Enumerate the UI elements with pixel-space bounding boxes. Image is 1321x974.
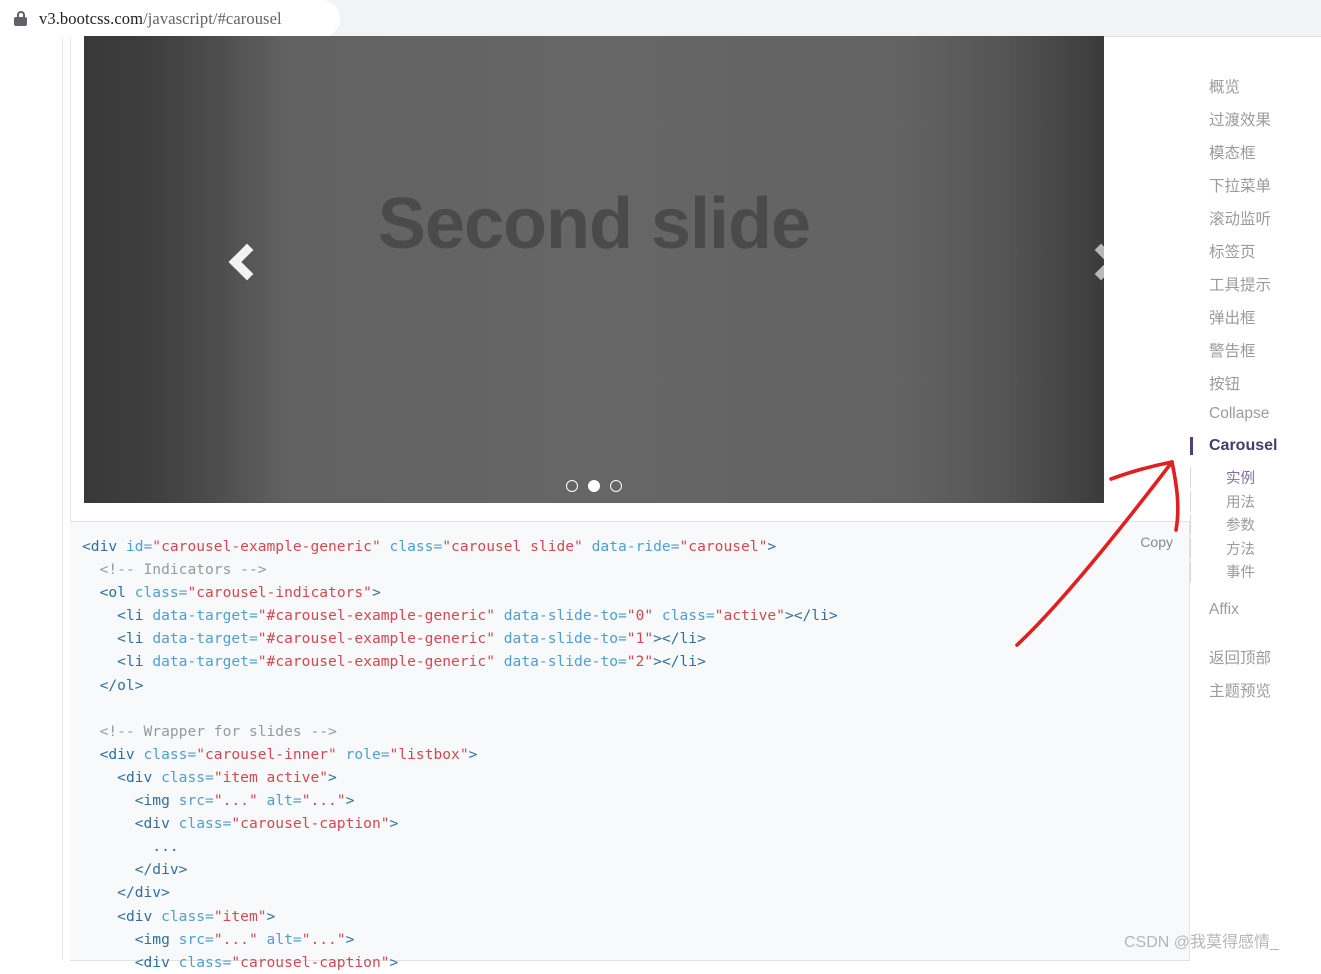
code-line: <!-- Indicators -->	[99, 561, 267, 579]
sidebar-item-label: Affix	[1209, 601, 1239, 618]
code-line: <div class="carousel-caption">	[134, 953, 399, 971]
sidebar-item-label: 警告框	[1209, 343, 1256, 360]
sidebar-item-label: 方法	[1226, 542, 1255, 558]
sidebar-item[interactable]: 弹出框	[1190, 306, 1321, 328]
sidebar-item[interactable]: 下拉菜单	[1190, 174, 1321, 196]
sidebar-item-label: 事件	[1226, 565, 1255, 581]
sidebar-item-label: 滚动监听	[1209, 211, 1272, 228]
carousel-indicator-3[interactable]	[610, 480, 622, 492]
lock-icon	[14, 11, 27, 26]
address-bar[interactable]: v3.bootcss.com/javascript/#carousel	[0, 0, 340, 37]
code-line: </div>	[134, 861, 188, 879]
sidebar-item-label: 模态框	[1209, 145, 1256, 162]
carousel-indicator-1[interactable]	[566, 480, 578, 492]
sidebar-item-label: Carousel	[1209, 437, 1278, 454]
sidebar-item[interactable]: 过渡效果	[1190, 108, 1321, 130]
sidebar-item[interactable]: 警告框	[1190, 339, 1321, 361]
code-sample-block: Copy <div id="carousel-example-generic" …	[70, 521, 1190, 971]
sidebar-item-label: 按钮	[1209, 376, 1241, 393]
sidebar-item[interactable]: 概览	[1190, 75, 1321, 97]
code-line: <div class="carousel-inner" role="listbo…	[99, 745, 478, 763]
sidebar-item[interactable]: 标签页	[1190, 240, 1321, 262]
browser-toolbar: v3.bootcss.com/javascript/#carousel	[0, 0, 1321, 37]
sidebar-item-label: 标签页	[1209, 244, 1256, 261]
chevron-left-icon	[228, 243, 266, 281]
carousel-prev-button[interactable]	[226, 241, 270, 285]
sidebar-item[interactable]: Collapse	[1190, 405, 1321, 423]
sidebar-item[interactable]: 用法	[1190, 491, 1321, 512]
sidebar-item[interactable]: Affix	[1190, 601, 1321, 619]
docs-sidebar-nav: 概览过渡效果模态框下拉菜单滚动监听标签页工具提示弹出框警告框按钮 Collapse…	[1190, 37, 1321, 960]
page-left-rule	[62, 37, 63, 960]
code-line: <div class="carousel-caption">	[134, 815, 399, 833]
sidebar-item[interactable]: 事件	[1190, 561, 1321, 582]
code-line: <li data-target="#carousel-example-gener…	[117, 630, 706, 648]
sidebar-item-label: 主题预览	[1209, 683, 1272, 700]
url-text: v3.bootcss.com/javascript/#carousel	[39, 9, 282, 29]
code-line: <div class="item active">	[117, 768, 337, 786]
code-line: <li data-target="#carousel-example-gener…	[117, 653, 706, 671]
sidebar-item[interactable]: 方法	[1190, 538, 1321, 559]
code-line: <img src="..." alt="...">	[134, 930, 355, 948]
carousel-indicator-2[interactable]	[588, 480, 600, 492]
sidebar-item-label: 实例	[1226, 471, 1255, 487]
sidebar-item-label: 工具提示	[1209, 277, 1272, 294]
sidebar-item-label: 概览	[1209, 79, 1241, 96]
chevron-right-icon	[1082, 243, 1104, 281]
sidebar-item[interactable]: 滚动监听	[1190, 207, 1321, 229]
page-content: Second slide Copy <div id="carousel-exam…	[0, 36, 1321, 971]
code-line: <div class="item">	[117, 907, 276, 925]
watermark: CSDN @我莫得感情_	[1124, 934, 1279, 951]
code-line: <img src="..." alt="...">	[134, 792, 355, 810]
sidebar-item-label: 弹出框	[1209, 310, 1256, 327]
sidebar-item[interactable]: 返回顶部	[1190, 646, 1321, 668]
code-line: <ol class="carousel-indicators">	[99, 584, 381, 602]
sidebar-item-label: 返回顶部	[1209, 650, 1272, 667]
sidebar-item-label: 过渡效果	[1209, 112, 1272, 129]
sidebar-item-label: Collapse	[1209, 405, 1270, 422]
code-line: ...	[82, 838, 179, 856]
sidebar-item-label: 下拉菜单	[1209, 178, 1272, 195]
sidebar-item[interactable]: 按钮	[1190, 372, 1321, 394]
sidebar-item[interactable]: Carousel	[1190, 437, 1321, 455]
url-path: /javascript/#carousel	[143, 8, 282, 28]
copy-button[interactable]: Copy	[1140, 534, 1173, 550]
carousel-indicators	[84, 480, 1104, 492]
code-line: <!-- Wrapper for slides -->	[99, 722, 337, 740]
sidebar-item[interactable]: 主题预览	[1190, 679, 1321, 701]
carousel-next-button[interactable]	[1082, 241, 1104, 285]
code-line: </ol>	[99, 676, 144, 694]
sidebar-item-label: 用法	[1226, 495, 1255, 511]
sidebar-item[interactable]: 模态框	[1190, 141, 1321, 163]
sidebar-item[interactable]: 实例	[1190, 467, 1321, 488]
carousel-example[interactable]: Second slide	[84, 36, 1104, 503]
code-line: </div>	[117, 884, 170, 902]
code-line: <div id="carousel-example-generic" class…	[82, 538, 777, 555]
code-line: <li data-target="#carousel-example-gener…	[117, 607, 838, 625]
code-sample-text: <div id="carousel-example-generic" class…	[82, 535, 838, 974]
url-host: v3.bootcss.com	[39, 8, 144, 28]
sidebar-item[interactable]: 工具提示	[1190, 273, 1321, 295]
sidebar-item-label: 参数	[1226, 518, 1255, 534]
sidebar-item[interactable]: 参数	[1190, 514, 1321, 535]
